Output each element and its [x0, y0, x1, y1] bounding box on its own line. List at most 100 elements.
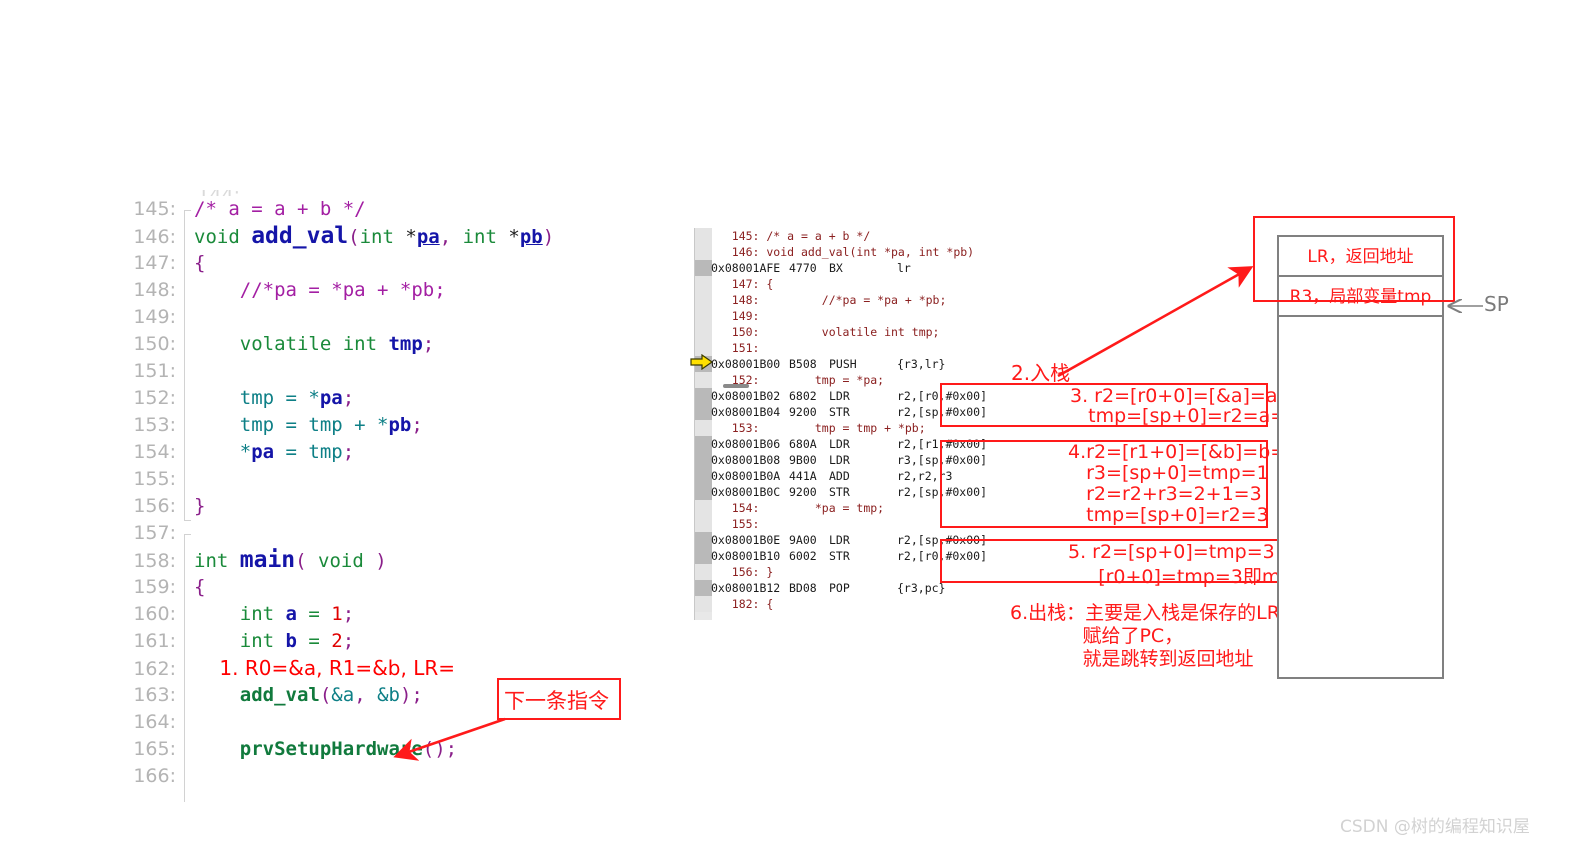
gutter-band[interactable] [695, 324, 712, 340]
source-line-code: { [176, 574, 205, 601]
gutter-band[interactable] [695, 596, 712, 612]
source-line-code: /* a = a + b */ [176, 196, 366, 223]
source-line[interactable]: 153: tmp = tmp + *pb; [120, 412, 680, 439]
disassembly-source-row[interactable]: 151: [711, 340, 1044, 356]
gutter-band[interactable] [695, 532, 712, 548]
disassembly-mnem: BX [829, 261, 843, 275]
disassembly-source-row[interactable]: 147: { [711, 276, 1044, 292]
source-line[interactable]: 165: prvSetupHardware(); [120, 736, 680, 763]
source-line-number: 164: [133, 711, 176, 733]
disassembly-source-row[interactable]: 182: { [711, 596, 1044, 612]
gutter-band[interactable] [695, 308, 712, 324]
gutter-band[interactable] [695, 516, 712, 532]
source-line[interactable]: 166: [120, 763, 680, 790]
gutter-band[interactable] [695, 372, 712, 388]
disassembly-source-text: 155: [711, 517, 760, 531]
c-source-code-pane[interactable]: 145:/* a = a + b */146: void add_val(int … [120, 196, 680, 816]
code-token: * [508, 226, 520, 248]
disassembly-source-row[interactable]: 149: [711, 308, 1044, 324]
source-line[interactable]: 147: { [120, 250, 680, 277]
disassembly-addr: 0x08001B0C [711, 485, 781, 499]
source-line[interactable]: 150: volatile int tmp; [120, 331, 680, 358]
disassembly-mnem: ADD [829, 469, 850, 483]
code-token: ; [342, 441, 355, 463]
disassembly-gutter[interactable] [694, 228, 712, 620]
gutter-band[interactable] [695, 436, 712, 452]
annotation-step3-line2: tmp=[sp+0]=r2=a=1 [1070, 405, 1299, 427]
source-line-code: *pa = tmp; [176, 439, 354, 466]
code-token: = [296, 630, 332, 652]
source-line-code: void add_val(int *pa, int *pb) [176, 223, 554, 251]
source-line-code: } [176, 493, 205, 520]
gutter-band[interactable] [695, 276, 712, 292]
source-line[interactable]: 146: void add_val(int *pa, int *pb) [120, 223, 680, 250]
gutter-band[interactable] [695, 340, 712, 356]
gutter-band[interactable] [695, 548, 712, 564]
source-line[interactable]: 152: tmp = *pa; [120, 385, 680, 412]
code-token: &a [331, 684, 355, 706]
source-line-number: 152: [133, 387, 176, 409]
source-line-number: 163: [133, 684, 176, 706]
source-line[interactable]: 155: [120, 466, 680, 493]
code-token: () [422, 738, 446, 760]
source-line-code: add_val(&a, &b); [176, 682, 423, 709]
gutter-band[interactable] [695, 356, 712, 372]
gutter-band[interactable] [695, 468, 712, 484]
disassembly-source-row[interactable]: 148: //*pa = *pa + *pb; [711, 292, 1044, 308]
gutter-band[interactable] [695, 244, 712, 260]
code-token: 1 [331, 603, 343, 625]
code-token: ; [342, 387, 355, 409]
gutter-band[interactable] [695, 452, 712, 468]
source-line[interactable]: 154: *pa = tmp; [120, 439, 680, 466]
gutter-band[interactable] [695, 388, 712, 404]
disassembly-instruction-row[interactable]: 0x08001AFE 4770 BX lr [711, 260, 1044, 276]
code-token: int [194, 603, 286, 625]
gutter-band[interactable] [695, 292, 712, 308]
gutter-band[interactable] [695, 420, 712, 436]
disassembly-code: 4770 [789, 261, 817, 275]
disassembly-source-text: 153: tmp = tmp + *pb; [711, 421, 926, 435]
disassembly-source-row[interactable]: 145: /* a = a + b */ [711, 228, 1044, 244]
disassembly-source-row[interactable]: 146: void add_val(int *pa, int *pb) [711, 244, 1044, 260]
disassembly-instruction-row[interactable]: 0x08001B00 B508 PUSH {r3,lr} [711, 356, 1044, 372]
gutter-band[interactable] [695, 484, 712, 500]
source-line-number: 150: [133, 333, 176, 355]
source-line[interactable]: 145: /* a = a + b */ [120, 196, 680, 223]
code-token: ; [445, 738, 458, 760]
disassembly-code: 9A00 [789, 533, 817, 547]
code-token: prvSetupHardware [194, 738, 423, 760]
source-line-code: //*pa = *pa + *pb; [176, 277, 446, 304]
gutter-band[interactable] [695, 500, 712, 516]
disassembly-source-text: 148: //*pa = *pa + *pb; [711, 293, 947, 307]
disassembly-source-row[interactable]: 150: volatile int tmp; [711, 324, 1044, 340]
source-line-number: 160: [133, 603, 176, 625]
source-line[interactable]: 160: int a = 1; [120, 601, 680, 628]
disassembly-code: 680A [789, 437, 817, 451]
source-line[interactable]: 148: //*pa = *pa + *pb; [120, 277, 680, 304]
code-token: int [194, 550, 240, 572]
gutter-band[interactable] [695, 580, 712, 596]
disassembly-source-text: 145: /* a = a + b */ [711, 229, 871, 243]
code-token: , [439, 226, 463, 248]
code-token: , [354, 684, 378, 706]
annotation-step4-line1: 4.r2=[r1+0]=[&b]=b=2 [1068, 441, 1299, 463]
source-line[interactable]: 161: int b = 2; [120, 628, 680, 655]
source-line[interactable]: 156:} [120, 493, 680, 520]
source-line[interactable]: 151: [120, 358, 680, 385]
code-token: ; [411, 414, 423, 436]
gutter-band[interactable] [695, 228, 712, 244]
gutter-band[interactable] [695, 404, 712, 420]
code-token: ( [295, 550, 307, 572]
source-line[interactable]: 157: [120, 520, 680, 547]
gutter-band[interactable] [695, 564, 712, 580]
gutter-band[interactable] [695, 260, 712, 276]
source-line[interactable]: 158: int main( void ) [120, 547, 680, 574]
code-token: { [194, 576, 206, 598]
source-line-number: 157: [133, 522, 176, 544]
source-line-code: tmp = tmp + *pb; [176, 412, 423, 439]
annotation-step5-line1: 5. r2=[sp+0]=tmp=3 [1068, 541, 1275, 563]
source-line[interactable]: 159: { [120, 574, 680, 601]
source-line[interactable]: 149: [120, 304, 680, 331]
disassembly-ops: {r3,lr} [897, 357, 946, 371]
code-token: int [462, 226, 509, 248]
